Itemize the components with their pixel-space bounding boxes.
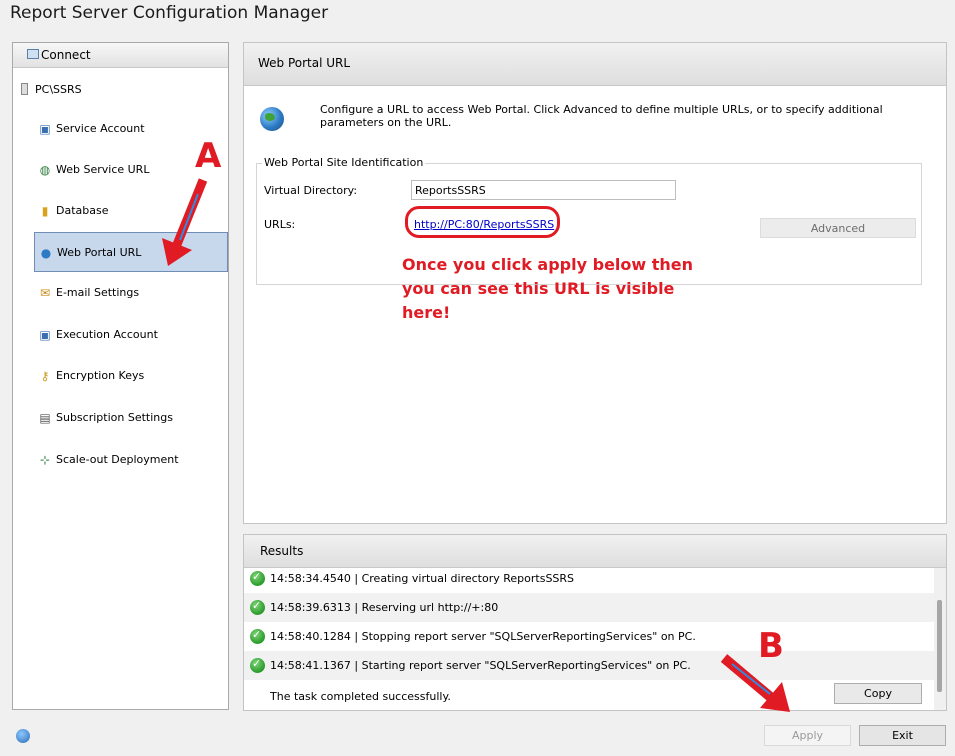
sidebar-item-encryption-keys[interactable]: ⚷ Encryption Keys xyxy=(34,356,228,396)
connect-icon xyxy=(27,49,39,59)
scrollbar-thumb[interactable] xyxy=(937,600,942,692)
annotation-note: Once you click apply below then you can … xyxy=(402,255,694,322)
apply-button[interactable]: Apply xyxy=(764,725,851,746)
database-icon: ▮ xyxy=(41,204,49,218)
result-text: 14:58:40.1284 | Stopping report server "… xyxy=(270,630,696,643)
result-row: 14:58:40.1284 | Stopping report server "… xyxy=(244,622,934,651)
network-icon: ⊹ xyxy=(39,453,51,467)
success-check-icon xyxy=(250,657,265,673)
success-check-icon xyxy=(250,599,265,615)
title-bar: Report Server Configuration Manager xyxy=(0,0,955,32)
subscription-icon: ▤ xyxy=(39,411,51,425)
description-text: Configure a URL to access Web Portal. Cl… xyxy=(320,103,883,129)
result-row: 14:58:41.1367 | Starting report server "… xyxy=(244,651,934,680)
sidebar-item-label: Service Account xyxy=(56,122,145,135)
results-scrollbar[interactable] xyxy=(934,568,946,710)
result-text: 14:58:39.6313 | Reserving url http://+:8… xyxy=(270,601,499,614)
result-text: 14:58:34.4540 | Creating virtual directo… xyxy=(270,572,575,585)
sidebar-item-email-settings[interactable]: ✉ E-mail Settings xyxy=(34,273,228,313)
panel-header: Web Portal URL xyxy=(244,43,946,86)
server-name: PC\SSRS xyxy=(35,83,82,96)
group-title: Web Portal Site Identification xyxy=(262,156,426,169)
sidebar-item-label: Subscription Settings xyxy=(56,411,173,424)
results-title: Results xyxy=(260,544,304,558)
window-title: Report Server Configuration Manager xyxy=(10,3,329,23)
server-icon xyxy=(21,83,28,95)
virtual-directory-label: Virtual Directory: xyxy=(264,184,358,197)
service-account-icon: ▣ xyxy=(39,122,51,136)
sidebar-item-label: Execution Account xyxy=(56,328,158,341)
sidebar-item-execution-account[interactable]: ▣ Execution Account xyxy=(34,315,228,355)
result-text: 14:58:41.1367 | Starting report server "… xyxy=(270,659,691,672)
page-title: Web Portal URL xyxy=(258,56,351,70)
results-panel: Results 14:58:34.4540 | Creating virtual… xyxy=(243,534,947,711)
success-check-icon xyxy=(250,570,265,586)
sidebar-item-scale-out-deployment[interactable]: ⊹ Scale-out Deployment xyxy=(34,440,228,480)
connect-label: Connect xyxy=(41,48,91,62)
main-panel: Web Portal URL Configure a URL to access… xyxy=(243,42,947,524)
email-icon: ✉ xyxy=(39,286,51,300)
result-row: 14:58:34.4540 | Creating virtual directo… xyxy=(244,564,934,593)
copy-button[interactable]: Copy xyxy=(834,683,922,704)
result-row: 14:58:39.6313 | Reserving url http://+:8… xyxy=(244,593,934,622)
success-check-icon xyxy=(250,628,265,644)
sidebar-item-subscription-settings[interactable]: ▤ Subscription Settings xyxy=(34,398,228,438)
advanced-button[interactable]: Advanced xyxy=(760,218,916,238)
key-icon: ⚷ xyxy=(40,369,50,383)
sidebar-item-label: Database xyxy=(56,204,109,217)
url-highlight-circle xyxy=(405,206,560,238)
connect-button[interactable]: Connect xyxy=(13,43,228,68)
virtual-directory-input[interactable] xyxy=(411,180,676,200)
annotation-arrow-a xyxy=(162,178,208,266)
sidebar-item-label: E-mail Settings xyxy=(56,286,140,299)
sidebar-item-label: Web Service URL xyxy=(56,163,150,176)
sidebar-item-label: Encryption Keys xyxy=(56,369,145,382)
globe-icon: ● xyxy=(40,246,52,260)
globe-icon xyxy=(260,107,284,131)
exit-button[interactable]: Exit xyxy=(859,725,946,746)
user-icon: ▣ xyxy=(39,328,51,342)
sidebar-item-label: Scale-out Deployment xyxy=(56,453,179,466)
web-service-icon: ◍ xyxy=(39,163,51,177)
help-icon[interactable] xyxy=(16,729,30,743)
sidebar-item-label: Web Portal URL xyxy=(57,246,142,259)
task-completed-text: The task completed successfully. xyxy=(270,690,451,703)
annotation-marker-a: A xyxy=(195,136,222,176)
annotation-arrow-b xyxy=(720,654,790,712)
urls-label: URLs: xyxy=(264,218,296,231)
